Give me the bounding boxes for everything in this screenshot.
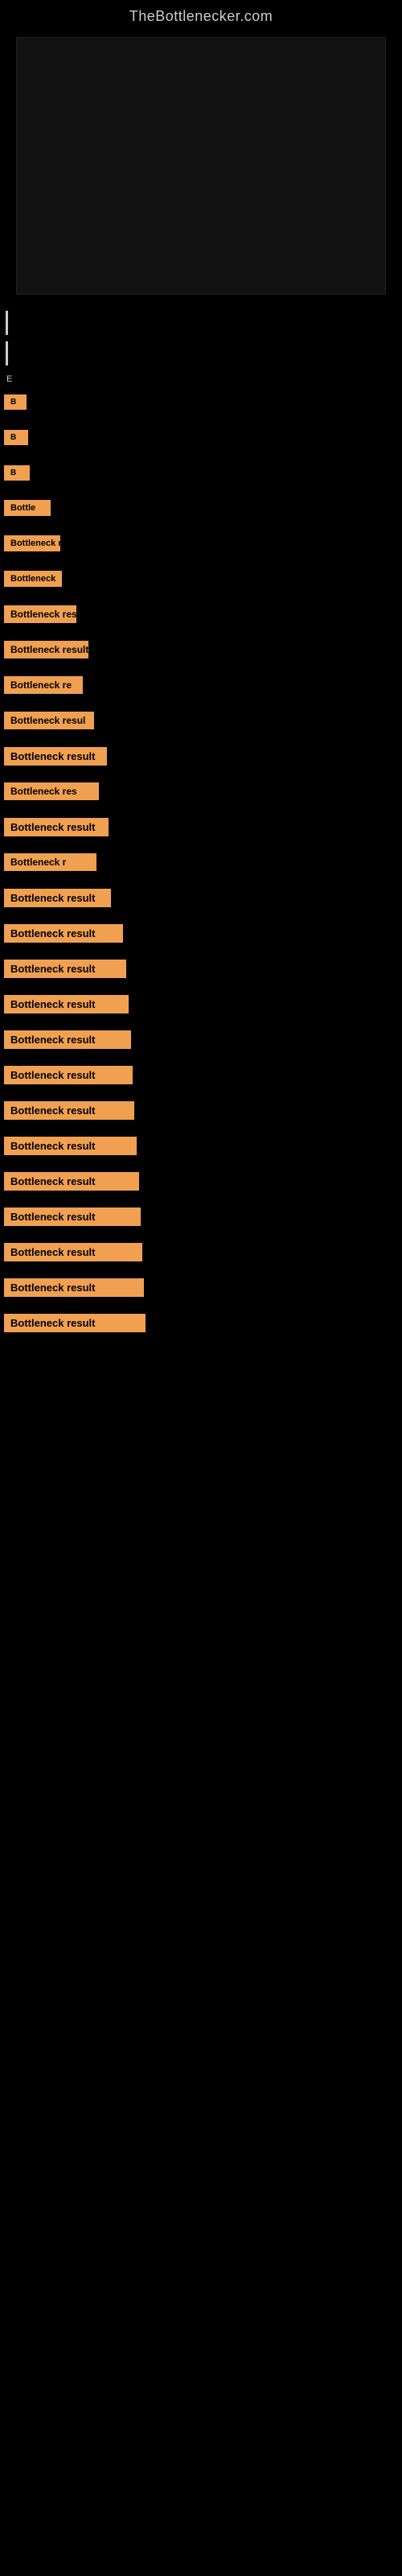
bottleneck-label: B [4,430,28,445]
list-item: Bottleneck result [4,1166,398,1196]
list-item: Bottleneck res [4,599,398,630]
bottleneck-label: Bottleneck result [4,960,126,978]
bottleneck-list: E B B B Bottle Bottleneck r Bottleneck B… [0,311,402,1338]
list-item: Bottleneck result [4,1236,398,1267]
bottleneck-label: Bottleneck result [4,1101,134,1120]
list-item: Bottleneck result [4,1059,398,1090]
bottleneck-label: Bottleneck re [4,676,83,694]
site-title: TheBottlenecker.com [0,0,402,29]
bottleneck-label: Bottleneck r [4,853,96,871]
bottleneck-label: Bottleneck result [4,818,109,836]
list-item: Bottleneck r [4,847,398,877]
list-item: Bottleneck res [4,776,398,807]
bottleneck-label: Bottleneck result [4,995,129,1013]
list-item: Bottleneck result [4,1307,398,1338]
bottleneck-label: Bottleneck result [4,1278,144,1297]
bottleneck-label: B [4,394,27,410]
list-item: Bottleneck resul [4,705,398,736]
bottleneck-label: Bottleneck resul [4,712,94,729]
bottleneck-label: Bottleneck result [4,641,88,658]
list-item: Bottleneck [4,564,398,594]
separator-bar-1 [6,311,8,335]
bottleneck-label: Bottleneck result [4,747,107,766]
small-label-e: E [4,372,398,386]
bottleneck-label: Bottleneck result [4,889,111,907]
list-item: Bottleneck result [4,1095,398,1125]
list-item: Bottleneck result [4,918,398,948]
bottleneck-label: Bottleneck res [4,605,76,623]
list-item: Bottleneck result [4,811,398,842]
list-item: Bottleneck result [4,953,398,984]
bottleneck-label: Bottleneck result [4,1314,146,1332]
bottleneck-label: Bottleneck result [4,1066,133,1084]
list-item: Bottleneck result [4,1130,398,1161]
list-item: Bottleneck result [4,1272,398,1302]
list-item: Bottleneck r [4,528,398,559]
list-item: Bottleneck re [4,670,398,700]
list-item: Bottleneck result [4,1024,398,1055]
list-item: B [4,422,398,452]
list-item: Bottleneck result [4,741,398,771]
list-item: Bottleneck result [4,1201,398,1232]
bottleneck-label: B [4,465,30,481]
bottleneck-label: Bottleneck result [4,1208,141,1226]
list-item: Bottleneck result [4,882,398,913]
bottleneck-label: Bottle [4,500,51,516]
bottleneck-label: Bottleneck res [4,782,99,800]
bottleneck-label: Bottleneck result [4,1030,131,1049]
bottleneck-label: Bottleneck [4,571,62,587]
bottleneck-label: Bottleneck result [4,1172,139,1191]
list-item: B [4,386,398,417]
bottleneck-label: Bottleneck result [4,1137,137,1155]
bottleneck-label: Bottleneck r [4,535,60,551]
list-item: B [4,457,398,488]
bottleneck-label: Bottleneck result [4,1243,142,1261]
bottleneck-label: Bottleneck result [4,924,123,943]
separator-bar-2 [6,341,8,365]
list-item: Bottle [4,493,398,523]
list-item: Bottleneck result [4,634,398,665]
list-item: Bottleneck result [4,989,398,1019]
chart-area [16,37,386,295]
